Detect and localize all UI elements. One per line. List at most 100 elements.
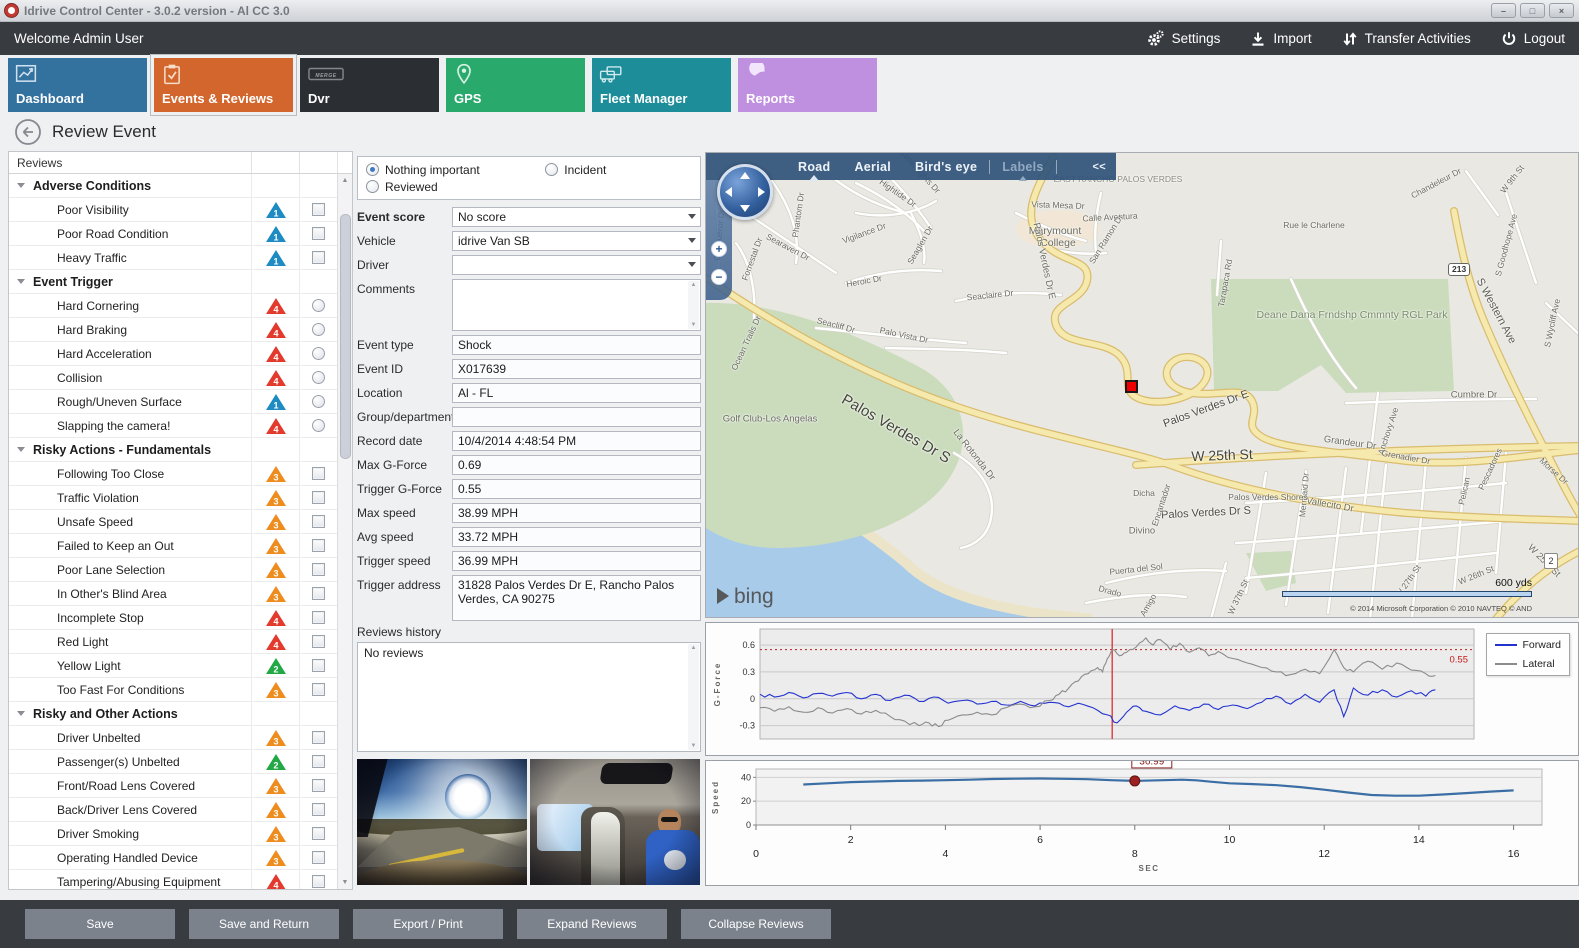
tree-item-row-poor-road-condition[interactable]: Poor Road Condition1 (9, 222, 337, 246)
tree-item-row-heavy-traffic[interactable]: Heavy Traffic1 (9, 246, 337, 270)
field-driver-select[interactable] (452, 255, 701, 275)
tree-item-row-failed-to-keep-an-out[interactable]: Failed to Keep an Out3 (9, 534, 337, 558)
map-mode-birdseye[interactable]: Bird's eye (903, 160, 989, 174)
tree-item-row-yellow-light[interactable]: Yellow Light2 (9, 654, 337, 678)
close-button[interactable]: × (1549, 3, 1574, 18)
import-button[interactable]: Import (1250, 31, 1311, 47)
radio-icon[interactable] (545, 163, 558, 176)
radio-icon[interactable] (312, 419, 325, 432)
field-event-id-value[interactable]: X017639 (452, 359, 701, 379)
tree-item-row-incomplete-stop[interactable]: Incomplete Stop4 (9, 606, 337, 630)
scroll-thumb[interactable] (340, 214, 351, 459)
scroll-up-icon[interactable]: ▲ (338, 177, 352, 184)
collapse-arrow-icon[interactable] (17, 447, 25, 452)
checkbox-icon[interactable] (312, 683, 325, 696)
checkbox-icon[interactable] (312, 563, 325, 576)
tree-item-row-passenger-s-unbelted[interactable]: Passenger(s) Unbelted2 (9, 750, 337, 774)
save-and-return-button[interactable]: Save and Return (189, 909, 339, 939)
radio-icon[interactable] (312, 323, 325, 336)
camera-road-view[interactable] (357, 759, 527, 885)
collapse-reviews-button[interactable]: Collapse Reviews (681, 909, 831, 939)
checkbox-icon[interactable] (312, 755, 325, 768)
tree-item-row-back-driver-lens-covered[interactable]: Back/Driver Lens Covered3 (9, 798, 337, 822)
checkbox-icon[interactable] (312, 779, 325, 792)
radio-icon[interactable] (312, 347, 325, 360)
field-event-score-select[interactable]: No score (452, 207, 701, 227)
checkbox-icon[interactable] (312, 659, 325, 672)
field-group-department-value[interactable] (452, 407, 701, 427)
radio-icon[interactable] (312, 395, 325, 408)
checkbox-icon[interactable] (312, 803, 325, 816)
tab-gps[interactable]: GPS (446, 58, 585, 112)
status-option-nothing-important[interactable]: Nothing important (366, 163, 545, 177)
textarea-scrollbar[interactable]: ▲▼ (688, 281, 699, 329)
tree-group-row-risky-actions-fundamentals[interactable]: Risky Actions - Fundamentals (9, 438, 337, 462)
transfer-activities-button[interactable]: Transfer Activities (1342, 31, 1471, 47)
tab-reports[interactable]: Reports (738, 58, 877, 112)
back-button[interactable] (14, 118, 42, 146)
checkbox-icon[interactable] (312, 851, 325, 864)
pan-down-icon[interactable] (740, 205, 750, 212)
tree-group-row-adverse-conditions[interactable]: Adverse Conditions (9, 174, 337, 198)
tab-events-reviews[interactable]: Events & Reviews (154, 58, 293, 112)
field-trigger-g-force-value[interactable]: 0.55 (452, 479, 701, 499)
tree-item-row-slapping-the-camera[interactable]: Slapping the camera!4 (9, 414, 337, 438)
scroll-down-icon[interactable]: ▼ (691, 322, 697, 328)
field-vehicle-select[interactable]: idrive Van SB (452, 231, 701, 251)
pan-left-icon[interactable] (725, 187, 732, 197)
field-event-type-value[interactable]: Shock (452, 335, 701, 355)
field-trigger-address-value[interactable]: 31828 Palos Verdes Dr E, Rancho Palos Ve… (452, 575, 701, 621)
save-button[interactable]: Save (25, 909, 175, 939)
checkbox-icon[interactable] (312, 203, 325, 216)
checkbox-icon[interactable] (312, 875, 325, 888)
event-location-marker[interactable] (1125, 380, 1138, 393)
status-option-reviewed[interactable]: Reviewed (366, 180, 545, 194)
scroll-down-icon[interactable]: ▼ (691, 743, 697, 749)
reviews-history-box[interactable]: No reviews ▲▼ (357, 642, 701, 752)
tree-item-row-operating-handled-device[interactable]: Operating Handled Device3 (9, 846, 337, 870)
tree-item-row-unsafe-speed[interactable]: Unsafe Speed3 (9, 510, 337, 534)
checkbox-icon[interactable] (312, 539, 325, 552)
collapse-arrow-icon[interactable] (17, 711, 25, 716)
checkbox-icon[interactable] (312, 827, 325, 840)
tree-item-row-following-too-close[interactable]: Following Too Close3 (9, 462, 337, 486)
field-comments-textarea[interactable]: ▲▼ (452, 279, 701, 331)
tree-item-row-poor-lane-selection[interactable]: Poor Lane Selection3 (9, 558, 337, 582)
checkbox-icon[interactable] (312, 467, 325, 480)
radio-icon[interactable] (312, 299, 325, 312)
field-max-speed-value[interactable]: 38.99 MPH (452, 503, 701, 523)
tree-item-row-driver-unbelted[interactable]: Driver Unbelted3 (9, 726, 337, 750)
field-location-value[interactable]: Al - FL (452, 383, 701, 403)
checkbox-icon[interactable] (312, 587, 325, 600)
minimize-button[interactable]: – (1491, 3, 1516, 18)
scroll-up-icon[interactable]: ▲ (691, 282, 697, 288)
map-panel[interactable]: EAST RANCHO PALOS VERDESMarymountCollege… (705, 152, 1579, 618)
pan-up-icon[interactable] (740, 172, 750, 179)
reviews-scrollbar[interactable]: ▲ ▼ (337, 174, 352, 889)
tree-item-row-too-fast-for-conditions[interactable]: Too Fast For Conditions3 (9, 678, 337, 702)
tree-item-row-hard-acceleration[interactable]: Hard Acceleration4 (9, 342, 337, 366)
tab-dashboard[interactable]: Dashboard (8, 58, 147, 112)
expand-reviews-button[interactable]: Expand Reviews (517, 909, 667, 939)
tree-item-row-hard-braking[interactable]: Hard Braking4 (9, 318, 337, 342)
checkbox-icon[interactable] (312, 227, 325, 240)
tree-item-row-tampering-abusing-equipment[interactable]: Tampering/Abusing Equipment4 (9, 870, 337, 889)
tab-dvr[interactable]: MERGE Dvr (300, 58, 439, 112)
collapse-arrow-icon[interactable] (17, 279, 25, 284)
field-trigger-speed-value[interactable]: 36.99 MPH (452, 551, 701, 571)
history-scrollbar[interactable]: ▲▼ (688, 644, 699, 750)
logout-button[interactable]: Logout (1501, 31, 1565, 47)
radio-icon[interactable] (366, 180, 379, 193)
field-record-date-value[interactable]: 10/4/2014 4:48:54 PM (452, 431, 701, 451)
radio-icon[interactable] (366, 163, 379, 176)
pan-right-icon[interactable] (758, 187, 765, 197)
tree-item-row-red-light[interactable]: Red Light4 (9, 630, 337, 654)
zoom-out-button[interactable]: − (711, 269, 727, 285)
tree-item-row-front-road-lens-covered[interactable]: Front/Road Lens Covered3 (9, 774, 337, 798)
tree-item-row-rough-uneven-surface[interactable]: Rough/Uneven Surface1 (9, 390, 337, 414)
field-max-g-force-value[interactable]: 0.69 (452, 455, 701, 475)
map-bar-collapse-button[interactable]: << (1093, 161, 1116, 173)
field-avg-speed-value[interactable]: 33.72 MPH (452, 527, 701, 547)
map-compass-control[interactable] (717, 164, 773, 220)
tree-item-row-poor-visibility[interactable]: Poor Visibility1 (9, 198, 337, 222)
